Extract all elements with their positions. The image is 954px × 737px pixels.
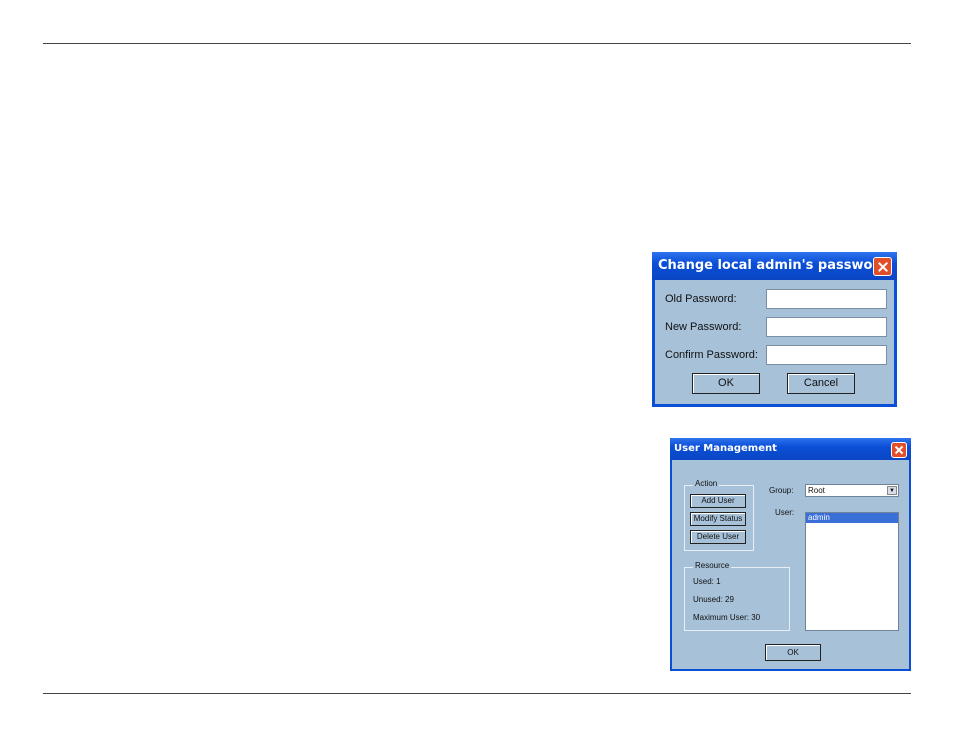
action-group: Action Add User Modify Status Delete Use… xyxy=(684,479,754,551)
group-select-value: Root xyxy=(808,486,825,495)
user-list[interactable]: admin xyxy=(805,512,899,631)
old-password-field[interactable] xyxy=(766,289,887,309)
maximum-user-count: Maximum User: 30 xyxy=(693,613,761,622)
close-icon[interactable] xyxy=(873,257,892,276)
ok-button[interactable]: OK xyxy=(765,644,821,661)
bottom-rule xyxy=(43,693,911,694)
delete-user-button[interactable]: Delete User xyxy=(690,530,746,544)
dialog-body: Action Add User Modify Status Delete Use… xyxy=(672,460,909,669)
modify-status-button[interactable]: Modify Status xyxy=(690,512,746,526)
list-item[interactable]: admin xyxy=(806,513,898,523)
user-management-dialog: User Management Action Add User Modify S… xyxy=(670,438,911,671)
user-label: User: xyxy=(775,508,795,517)
new-password-field[interactable] xyxy=(766,317,887,337)
confirm-password-field[interactable] xyxy=(766,345,887,365)
unused-count: Unused: 29 xyxy=(693,595,734,604)
cancel-button[interactable]: Cancel xyxy=(787,373,855,394)
new-password-label: New Password: xyxy=(665,321,742,333)
dialog-title: User Management xyxy=(670,438,911,460)
used-count: Used: 1 xyxy=(693,577,721,586)
action-group-label: Action xyxy=(693,479,720,488)
resource-group-label: Resource xyxy=(693,561,732,570)
confirm-password-label: Confirm Password: xyxy=(665,349,758,361)
chevron-down-icon[interactable]: ▼ xyxy=(887,486,897,495)
old-password-label: Old Password: xyxy=(665,293,737,305)
dialog-body: Old Password: New Password: Confirm Pass… xyxy=(655,280,894,404)
resource-group: Resource Used: 1 Unused: 29 Maximum User… xyxy=(684,561,790,631)
top-rule xyxy=(43,43,911,44)
ok-button[interactable]: OK xyxy=(692,373,760,394)
change-password-dialog: Change local admin's password Old Passwo… xyxy=(652,252,897,407)
group-select[interactable]: Root ▼ xyxy=(805,484,899,497)
close-icon[interactable] xyxy=(891,442,907,458)
add-user-button[interactable]: Add User xyxy=(690,494,746,508)
group-label: Group: xyxy=(769,486,794,495)
dialog-title: Change local admin's password xyxy=(652,252,897,280)
